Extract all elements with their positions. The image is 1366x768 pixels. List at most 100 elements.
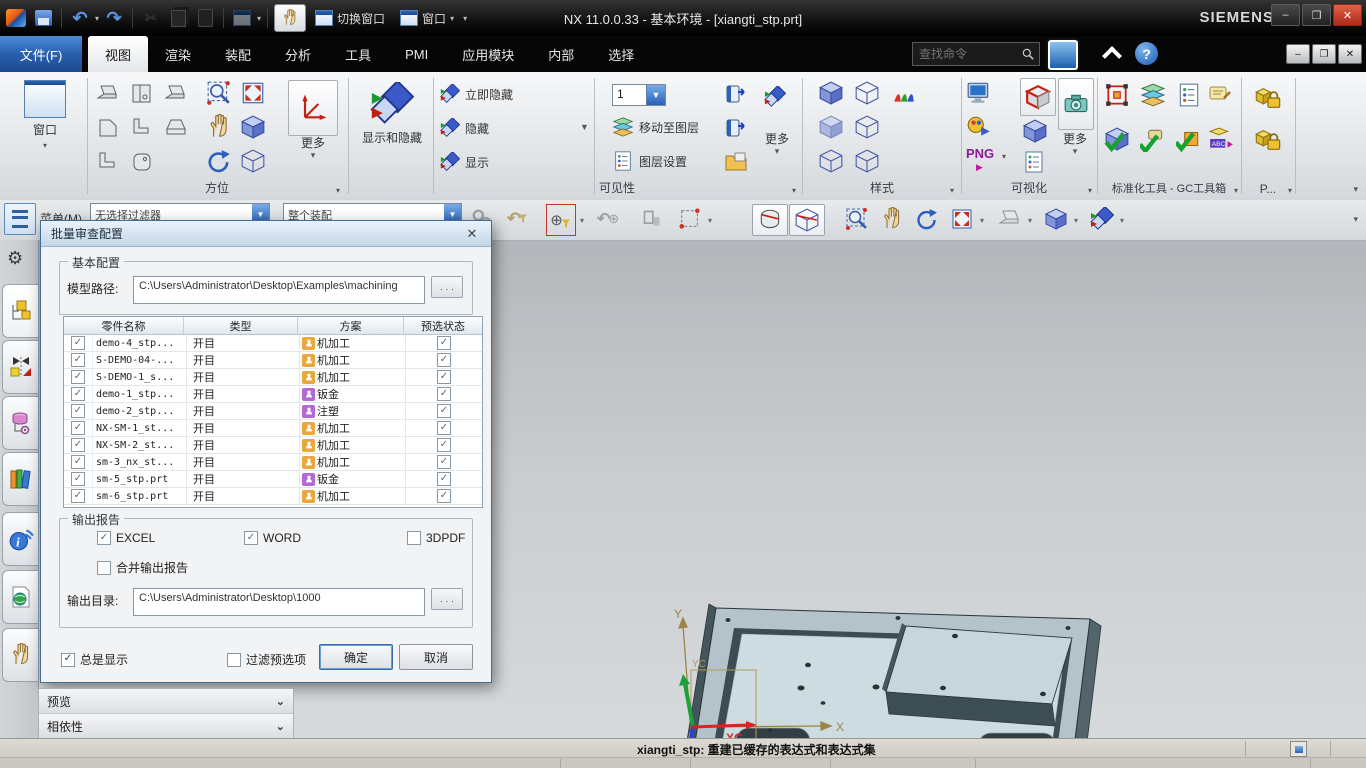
header-preselect[interactable]: 预选状态	[404, 317, 482, 334]
table-row[interactable]: sm-5_stp.prt 开目 钣金	[64, 471, 482, 488]
deselect-icon[interactable]: ↶⊕	[594, 204, 622, 234]
select-handles-icon[interactable]	[638, 204, 666, 234]
word-checkbox[interactable]	[244, 531, 258, 545]
tab-internal[interactable]: 内部	[531, 36, 591, 72]
redo-button[interactable]: ↷	[102, 6, 126, 30]
merge-checkbox[interactable]	[97, 561, 111, 575]
merge-option[interactable]: 合并输出报告	[97, 559, 188, 576]
tab-render[interactable]: 渲染	[148, 36, 208, 72]
layer-settings-button[interactable]: 图层设置	[612, 150, 687, 172]
rectangle-select-dropdown[interactable]: ▾	[708, 216, 712, 225]
row-checkbox[interactable]	[71, 421, 85, 435]
output-dir-browse-button[interactable]: . . .	[431, 588, 463, 610]
restore-button[interactable]: ❐	[1302, 4, 1331, 26]
png-dropdown[interactable]: ▾	[1002, 152, 1006, 161]
switch-window-button[interactable]: 切换窗口	[309, 5, 391, 31]
visibility-more-button[interactable]: 更多	[756, 132, 798, 157]
dependency-panel-bar[interactable]: 相依性 ⌄	[39, 714, 293, 738]
window-menu-button[interactable]: 窗口 ▾	[394, 5, 460, 31]
tab-application[interactable]: 应用模块	[445, 36, 531, 72]
row-checkbox[interactable]	[71, 455, 85, 469]
preselect-checkbox[interactable]	[437, 387, 451, 401]
zoom-tool-icon[interactable]	[843, 204, 871, 234]
gc-check-part-icon[interactable]	[1104, 126, 1130, 152]
row-checkbox[interactable]	[71, 438, 85, 452]
cut-button[interactable]: ✂	[139, 6, 163, 30]
doc-close-button[interactable]: ✕	[1338, 44, 1362, 64]
preselect-checkbox[interactable]	[437, 370, 451, 384]
menu-button[interactable]	[4, 203, 36, 235]
tab-assembly[interactable]: 装配	[208, 36, 268, 72]
layer-category-icon[interactable]	[724, 150, 748, 174]
status-window-icon[interactable]	[1290, 741, 1307, 757]
resource-bar-settings-gear-icon[interactable]: ⚙	[7, 248, 23, 269]
preselect-checkbox[interactable]	[437, 455, 451, 469]
previous-selection-icon[interactable]: ↶	[504, 204, 532, 234]
true-shading-button[interactable]	[1020, 78, 1056, 116]
row-checkbox[interactable]	[71, 387, 85, 401]
show-hide-button[interactable]: 显示和隐藏	[354, 82, 430, 146]
p-group-dialog-launcher[interactable]: ▾	[1288, 186, 1292, 195]
history-tab[interactable]	[2, 570, 38, 624]
table-row[interactable]: S-DEMO-1_s... 开目 机加工	[64, 369, 482, 386]
file-menu-button[interactable]: 文件(F)	[0, 36, 83, 72]
excel-option[interactable]: EXCEL	[97, 531, 155, 545]
show-hide-tool-icon[interactable]	[1088, 204, 1116, 234]
edit-section-icon[interactable]	[1022, 150, 1046, 174]
fit-view-icon[interactable]	[240, 80, 266, 106]
tab-analysis[interactable]: 分析	[268, 36, 328, 72]
preselect-checkbox[interactable]	[437, 438, 451, 452]
doc-restore-button[interactable]: ❐	[1312, 44, 1336, 64]
snap-point-filter-icon[interactable]: ⊕	[546, 204, 576, 236]
paste-button[interactable]	[193, 6, 217, 30]
gc-check-tool-icon[interactable]	[1140, 126, 1166, 152]
table-row[interactable]: NX-SM-2_st... 开目 机加工	[64, 437, 482, 454]
row-checkbox[interactable]	[71, 336, 85, 350]
row-checkbox[interactable]	[71, 489, 85, 503]
orient-csys-button[interactable]	[288, 80, 338, 136]
preview-panel-bar[interactable]: 预览 ⌄	[39, 689, 293, 714]
visual-preferences-icon[interactable]	[966, 80, 992, 106]
visibility-extra-icon[interactable]	[764, 86, 786, 108]
lock-cubes-icon[interactable]	[1254, 84, 1282, 112]
excel-checkbox[interactable]	[97, 531, 111, 545]
studio-style-icon[interactable]	[854, 148, 880, 174]
rectangle-select-icon[interactable]	[676, 204, 704, 234]
header-scheme[interactable]: 方案	[298, 317, 404, 334]
model-path-field[interactable]: C:\Users\Administrator\Desktop\Examples\…	[133, 276, 425, 304]
display-style-tool-icon[interactable]	[1042, 204, 1070, 234]
translucent-style-icon[interactable]	[818, 114, 844, 140]
hide-gallery-arrow[interactable]: ▼	[580, 122, 589, 132]
gc-list-icon[interactable]	[1176, 82, 1202, 108]
tab-pmi[interactable]: PMI	[388, 36, 445, 72]
reuse-library-tab[interactable]	[2, 452, 38, 506]
view-orient-tool-icon[interactable]	[996, 204, 1024, 234]
close-button[interactable]: ✕	[1333, 4, 1362, 26]
ok-button[interactable]: 确定	[319, 644, 393, 670]
dialog-title-bar[interactable]: 批量审查配置 ✕	[41, 221, 491, 247]
touch-mode-button[interactable]	[274, 4, 306, 32]
row-checkbox[interactable]	[71, 370, 85, 384]
tab-view[interactable]: 视图	[88, 36, 148, 72]
assembly-navigator-tab[interactable]	[2, 284, 38, 338]
section-view-button[interactable]	[789, 204, 825, 236]
pdf-checkbox[interactable]	[407, 531, 421, 545]
view-orient-dropdown[interactable]: ▾	[1028, 216, 1032, 225]
fit-tool-icon[interactable]	[948, 204, 976, 234]
row-checkbox[interactable]	[71, 472, 85, 486]
command-finder[interactable]	[912, 42, 1040, 66]
lock-cubes-icon-2[interactable]	[1254, 126, 1282, 154]
undo-dropdown[interactable]: ▾	[95, 14, 99, 23]
filter-preselect-checkbox[interactable]	[227, 653, 241, 667]
command-finder-input[interactable]	[917, 46, 1021, 62]
edit-window-dropdown[interactable]: ▾	[257, 14, 261, 23]
preselect-checkbox[interactable]	[437, 353, 451, 367]
gc-select-icon[interactable]	[1104, 82, 1130, 108]
table-row[interactable]: demo-2_stp... 开目 注塑	[64, 403, 482, 420]
qat-overflow[interactable]: ▾	[463, 14, 467, 23]
copy-button[interactable]	[166, 6, 190, 30]
row-checkbox[interactable]	[71, 353, 85, 367]
view-trimetric-icon[interactable]	[130, 150, 154, 174]
hd3d-tools-tab[interactable]: i	[2, 512, 38, 566]
fullscreen-button[interactable]	[1048, 40, 1078, 70]
